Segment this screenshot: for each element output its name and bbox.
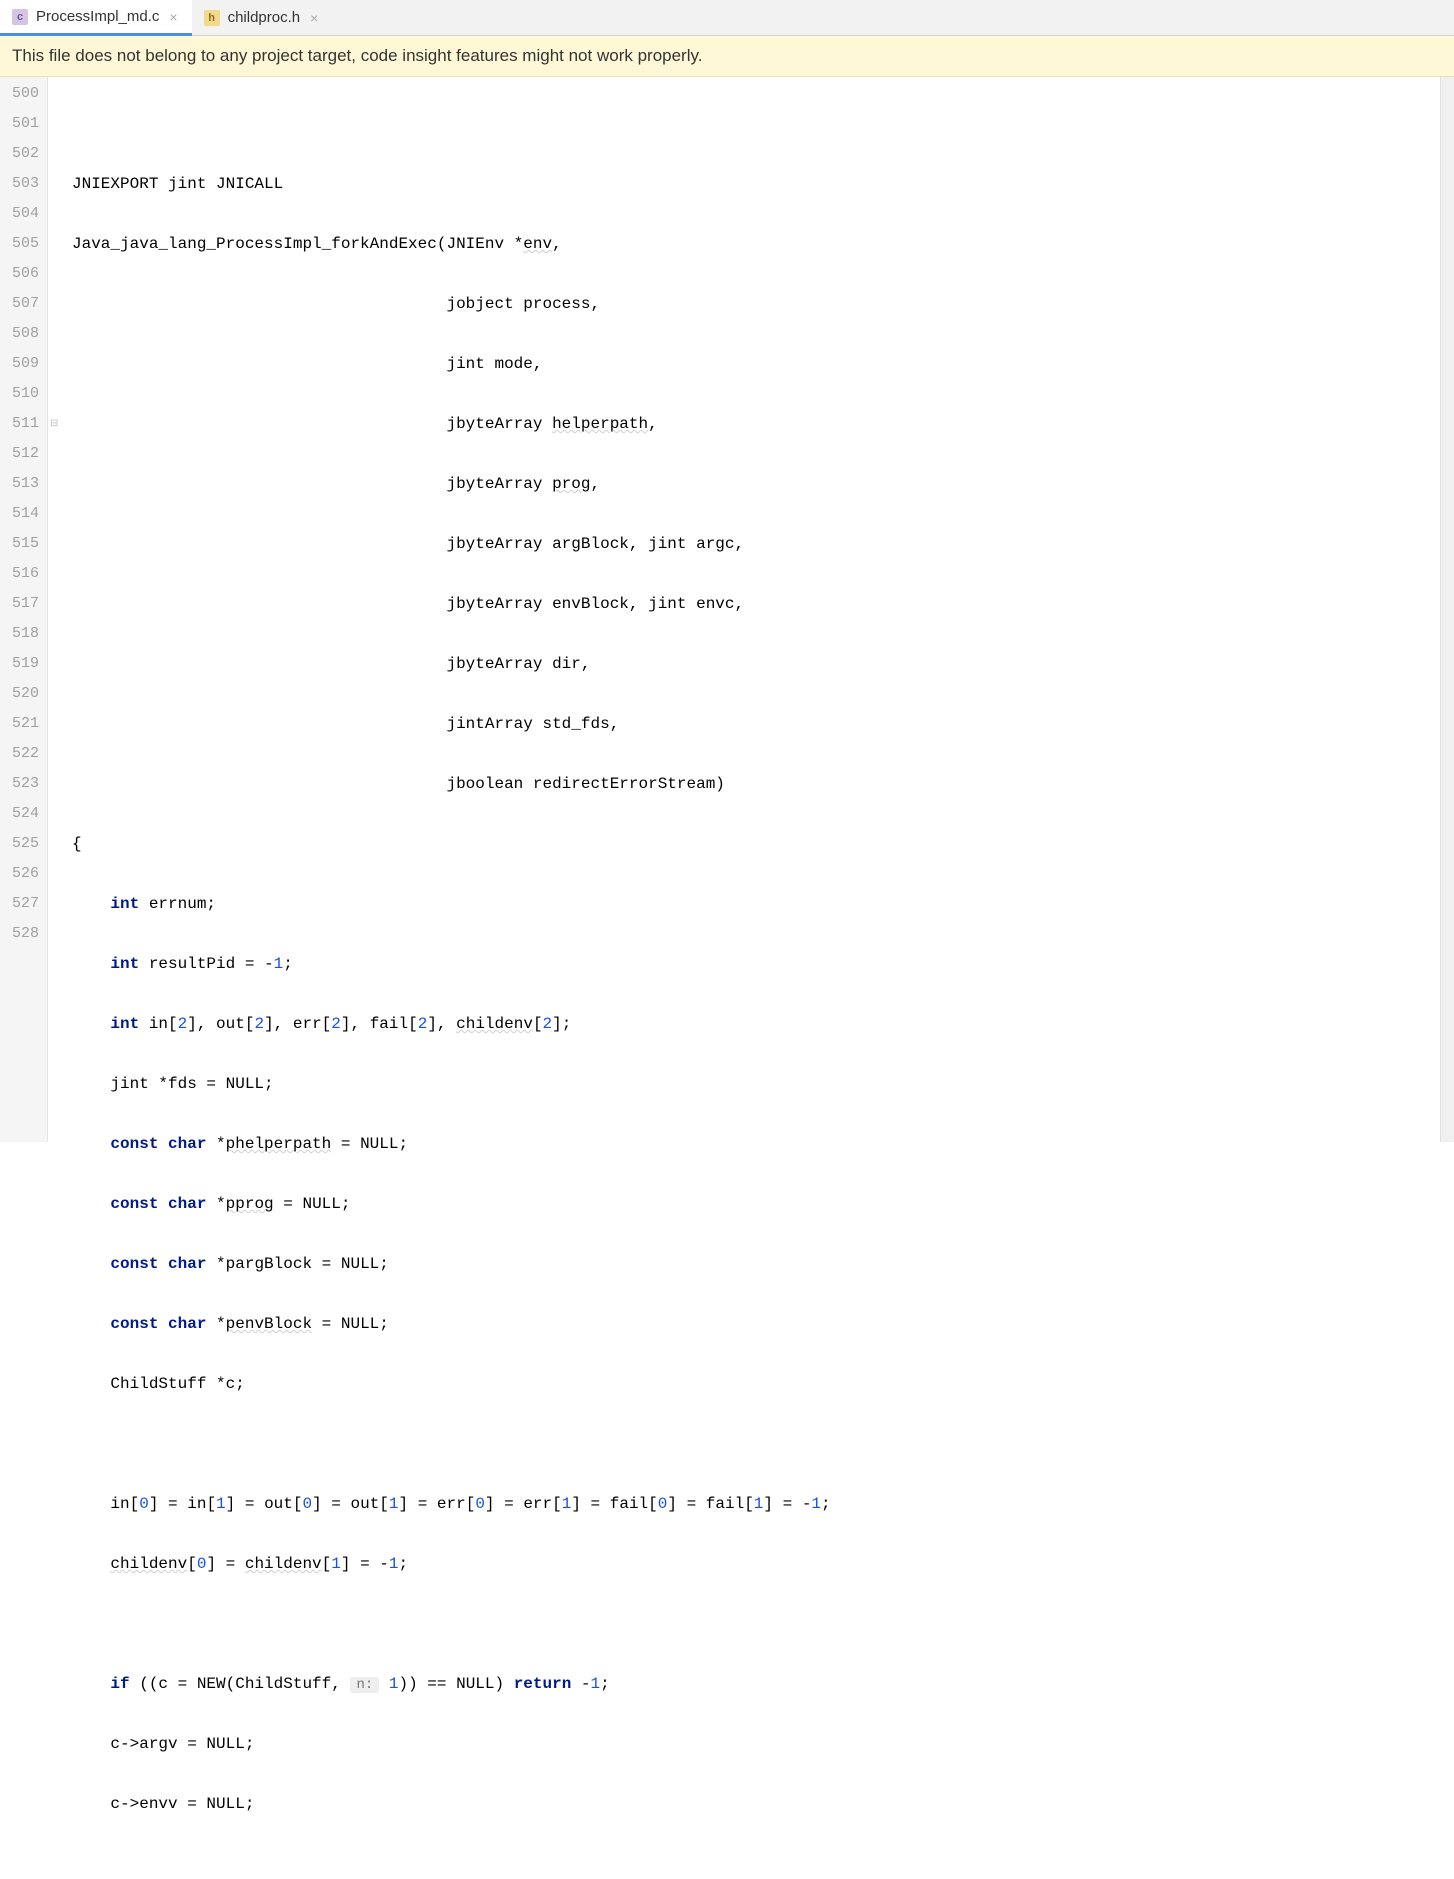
line-number: 519 — [6, 649, 39, 679]
line-number: 516 — [6, 559, 39, 589]
editor-tabs-bar: c ProcessImpl_md.c × h childproc.h × — [0, 0, 1454, 36]
code-line: jboolean redirectErrorStream) — [72, 769, 1440, 799]
line-number: 512 — [6, 439, 39, 469]
tab-childproc[interactable]: h childproc.h × — [192, 0, 333, 35]
code-line: const char *pprog = NULL; — [72, 1189, 1440, 1219]
line-number: 521 — [6, 709, 39, 739]
line-number: 518 — [6, 619, 39, 649]
line-number: 524 — [6, 799, 39, 829]
line-number: 504 — [6, 199, 39, 229]
tab-label: ProcessImpl_md.c — [36, 8, 159, 25]
close-icon[interactable]: × — [167, 7, 179, 27]
code-line: c->argv = NULL; — [72, 1729, 1440, 1759]
line-number: 517 — [6, 589, 39, 619]
line-number: 502 — [6, 139, 39, 169]
c-file-icon: c — [12, 9, 28, 25]
code-line: jbyteArray envBlock, jint envc, — [72, 589, 1440, 619]
code-line: jbyteArray prog, — [72, 469, 1440, 499]
code-line: jbyteArray dir, — [72, 649, 1440, 679]
code-line: if ((c = NEW(ChildStuff, n: 1)) == NULL)… — [72, 1669, 1440, 1699]
code-line — [72, 109, 1440, 139]
line-number: 510 — [6, 379, 39, 409]
code-line: const char *penvBlock = NULL; — [72, 1309, 1440, 1339]
code-line: jint mode, — [72, 349, 1440, 379]
line-number: 515 — [6, 529, 39, 559]
line-number: 501 — [6, 109, 39, 139]
code-line: int resultPid = -1; — [72, 949, 1440, 979]
code-line: JNIEXPORT jint JNICALL — [72, 169, 1440, 199]
h-file-icon: h — [204, 10, 220, 26]
line-number: 525 — [6, 829, 39, 859]
code-line: Java_java_lang_ProcessImpl_forkAndExec(J… — [72, 229, 1440, 259]
line-number: 514 — [6, 499, 39, 529]
line-number: 506 — [6, 259, 39, 289]
line-number: 526 — [6, 859, 39, 889]
code-line: childenv[0] = childenv[1] = -1; — [72, 1549, 1440, 1579]
code-line: c->envv = NULL; — [72, 1789, 1440, 1819]
code-line — [72, 1609, 1440, 1639]
vertical-scrollbar[interactable] — [1440, 77, 1454, 1142]
line-number: 500 — [6, 79, 39, 109]
line-number: 522 — [6, 739, 39, 769]
code-line: int errnum; — [72, 889, 1440, 919]
code-line: in[0] = in[1] = out[0] = out[1] = err[0]… — [72, 1489, 1440, 1519]
line-number: 527 — [6, 889, 39, 919]
tab-label: childproc.h — [228, 9, 301, 26]
line-number: 520 — [6, 679, 39, 709]
parameter-hint: n: — [350, 1677, 379, 1693]
line-number: 505 — [6, 229, 39, 259]
code-line: jbyteArray helperpath, — [72, 409, 1440, 439]
line-number: 509 — [6, 349, 39, 379]
line-number: 513 — [6, 469, 39, 499]
line-number: 508 — [6, 319, 39, 349]
code-area[interactable]: JNIEXPORT jint JNICALL Java_java_lang_Pr… — [64, 77, 1440, 1142]
line-number: 503 — [6, 169, 39, 199]
warning-text: This file does not belong to any project… — [12, 46, 702, 65]
line-number: 511 — [6, 409, 39, 439]
line-number: 507 — [6, 289, 39, 319]
code-line — [72, 1429, 1440, 1459]
code-editor[interactable]: 5005015025035045055065075085095105115125… — [0, 77, 1454, 1142]
line-number: 523 — [6, 769, 39, 799]
code-line: { — [72, 829, 1440, 859]
fold-gutter: ⊟ — [48, 77, 64, 1142]
code-line: int in[2], out[2], err[2], fail[2], chil… — [72, 1009, 1440, 1039]
code-line: const char *phelperpath = NULL; — [72, 1129, 1440, 1159]
line-number-gutter: 5005015025035045055065075085095105115125… — [0, 77, 48, 1142]
code-line: jbyteArray argBlock, jint argc, — [72, 529, 1440, 559]
project-warning-bar: This file does not belong to any project… — [0, 36, 1454, 77]
close-icon[interactable]: × — [308, 8, 320, 28]
code-line: jintArray std_fds, — [72, 709, 1440, 739]
fold-icon[interactable]: ⊟ — [50, 410, 58, 440]
code-line: const char *pargBlock = NULL; — [72, 1249, 1440, 1279]
code-line: jint *fds = NULL; — [72, 1069, 1440, 1099]
tab-processimpl[interactable]: c ProcessImpl_md.c × — [0, 0, 192, 36]
line-number: 528 — [6, 919, 39, 949]
code-line: jobject process, — [72, 289, 1440, 319]
code-line: ChildStuff *c; — [72, 1369, 1440, 1399]
